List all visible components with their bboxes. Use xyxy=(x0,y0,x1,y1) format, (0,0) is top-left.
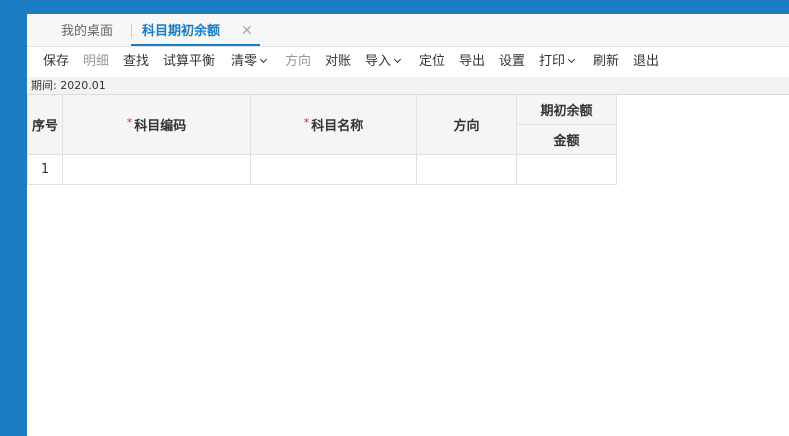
save-button[interactable]: 保存 xyxy=(43,47,69,77)
row-amount-cell[interactable] xyxy=(517,155,617,185)
chevron-down-icon xyxy=(259,55,268,64)
row-direction-cell[interactable] xyxy=(417,155,517,185)
col-header-direction[interactable]: 方向 xyxy=(417,95,517,155)
detail-button[interactable]: 明细 xyxy=(83,47,109,77)
clear-label: 清零 xyxy=(231,54,258,69)
title-bar xyxy=(0,0,789,14)
col-header-code-label: 科目编码 xyxy=(134,119,187,134)
exit-button[interactable]: 退出 xyxy=(633,47,659,77)
period-bar: 期间: 2020.01 xyxy=(27,77,789,95)
required-mark: * xyxy=(126,116,133,129)
direction-button[interactable]: 方向 xyxy=(285,47,311,77)
clear-dropdown[interactable]: 清零 xyxy=(231,47,268,77)
main-panel: 我的桌面 科目期初余额 ✕ 保存 明细 查找 试算平衡 清零 方向 对账 导入 … xyxy=(27,14,789,436)
toolbar: 保存 明细 查找 试算平衡 清零 方向 对账 导入 定位 导出 设置 打印 刷新… xyxy=(27,47,789,77)
refresh-button[interactable]: 刷新 xyxy=(593,47,619,77)
tab-bar: 我的桌面 科目期初余额 ✕ xyxy=(27,14,789,47)
col-header-name-label: 科目名称 xyxy=(311,119,364,134)
chevron-down-icon xyxy=(567,55,576,64)
row-seq-cell: 1 xyxy=(27,155,63,185)
import-label: 导入 xyxy=(365,54,392,69)
period-value: 2020.01 xyxy=(60,79,106,92)
export-button[interactable]: 导出 xyxy=(459,47,485,77)
tab-my-desktop[interactable]: 我的桌面 xyxy=(61,14,113,47)
locate-button[interactable]: 定位 xyxy=(419,47,445,77)
required-mark: * xyxy=(303,116,310,129)
trial-balance-button[interactable]: 试算平衡 xyxy=(163,47,215,77)
left-nav-strip xyxy=(0,14,27,436)
tab-opening-balance[interactable]: 科目期初余额 ✕ xyxy=(131,14,260,47)
print-dropdown[interactable]: 打印 xyxy=(539,47,576,77)
col-header-code[interactable]: * 科目编码 xyxy=(63,95,251,155)
chevron-down-icon xyxy=(393,55,402,64)
col-header-amount[interactable]: 金额 xyxy=(517,125,617,155)
period-label: 期间: xyxy=(31,79,57,92)
row-code-cell[interactable] xyxy=(63,155,251,185)
reconcile-button[interactable]: 对账 xyxy=(325,47,351,77)
row-name-cell[interactable] xyxy=(251,155,417,185)
tab-opening-balance-label: 科目期初余额 xyxy=(142,24,221,39)
find-button[interactable]: 查找 xyxy=(123,47,149,77)
active-tab-indicator xyxy=(131,44,260,46)
print-label: 打印 xyxy=(539,54,566,69)
col-header-name[interactable]: * 科目名称 xyxy=(251,95,417,155)
import-dropdown[interactable]: 导入 xyxy=(365,47,402,77)
col-header-opening-balance: 期初余额 xyxy=(517,95,617,125)
col-header-seq: 序号 xyxy=(27,95,63,155)
settings-button[interactable]: 设置 xyxy=(499,47,525,77)
